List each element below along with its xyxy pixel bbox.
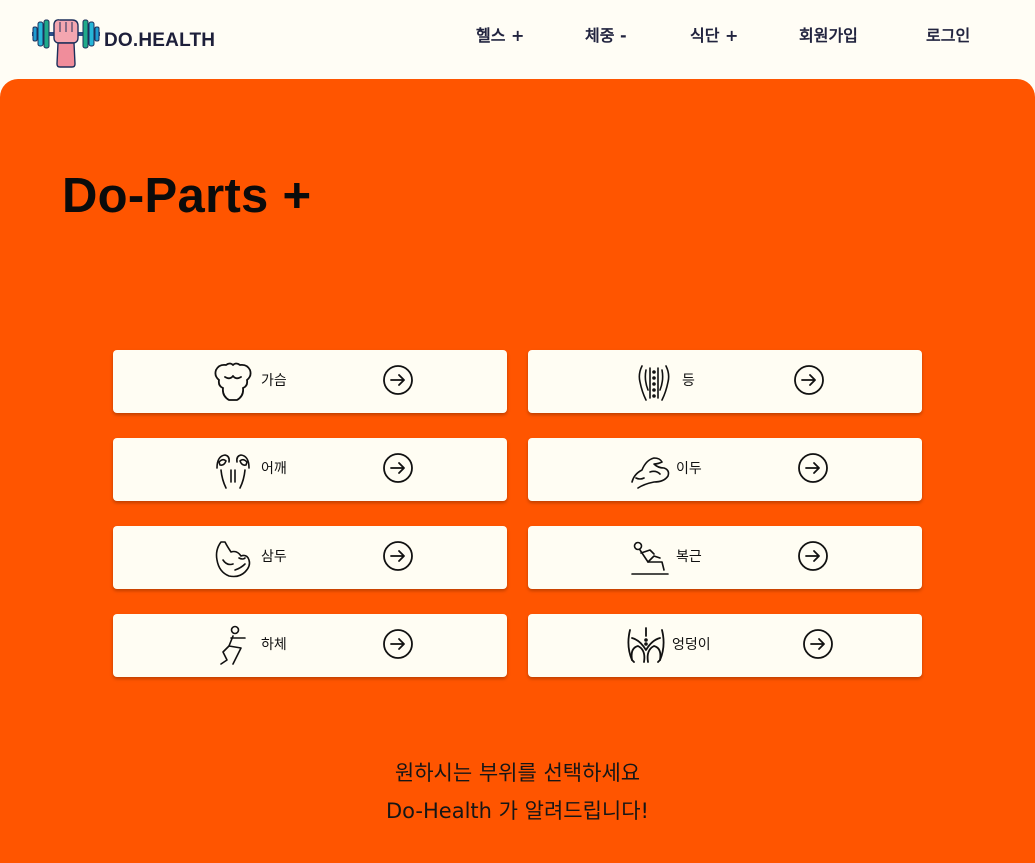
arrow-right-circle-icon[interactable] xyxy=(382,540,414,572)
part-label-abs: 복근 xyxy=(676,549,702,565)
nav-signup[interactable]: 회원가입 xyxy=(799,24,858,48)
arrow-right-circle-icon[interactable] xyxy=(382,364,414,396)
part-label-glutes: 엉덩이 xyxy=(672,637,711,653)
part-card-shoulder[interactable]: 어깨 xyxy=(113,438,507,501)
nav-weight[interactable]: 체중 - xyxy=(585,24,627,48)
glutes-icon xyxy=(627,627,665,663)
part-card-back[interactable]: 등 xyxy=(528,350,922,413)
main-panel: Do-Parts + 가슴 등 어깨 이두 삼두 복근 하체 엉덩이 원하시는 … xyxy=(0,79,1035,863)
part-label-triceps: 삼두 xyxy=(261,549,287,565)
abs-situp-icon xyxy=(631,541,669,575)
nav-login[interactable]: 로그인 xyxy=(926,24,970,48)
legs-squat-icon xyxy=(220,625,246,665)
page-title: Do-Parts + xyxy=(62,169,312,223)
biceps-icon xyxy=(631,457,670,489)
main-nav: 헬스 + 체중 - 식단 + 회원가입 로그인 xyxy=(0,24,1035,48)
part-label-chest: 가슴 xyxy=(261,373,287,389)
footer-tagline: Do-Health 가 알려드립니다! xyxy=(386,799,649,823)
nav-diet[interactable]: 식단 + xyxy=(690,24,738,48)
nav-health[interactable]: 헬스 + xyxy=(476,24,524,48)
back-icon xyxy=(638,365,670,401)
part-label-back: 등 xyxy=(682,373,695,389)
arrow-right-circle-icon[interactable] xyxy=(802,628,834,660)
triceps-icon xyxy=(215,541,251,578)
part-card-chest[interactable]: 가슴 xyxy=(113,350,507,413)
part-card-triceps[interactable]: 삼두 xyxy=(113,526,507,589)
arrow-right-circle-icon[interactable] xyxy=(797,452,829,484)
arrow-right-circle-icon[interactable] xyxy=(382,628,414,660)
part-label-shoulder: 어깨 xyxy=(261,461,287,477)
part-card-legs[interactable]: 하체 xyxy=(113,614,507,677)
part-card-abs[interactable]: 복근 xyxy=(528,526,922,589)
shoulder-icon xyxy=(216,454,250,489)
part-label-biceps: 이두 xyxy=(676,461,702,477)
arrow-right-circle-icon[interactable] xyxy=(797,540,829,572)
part-card-biceps[interactable]: 이두 xyxy=(528,438,922,501)
footer-instruction: 원하시는 부위를 선택하세요 xyxy=(394,761,641,785)
arrow-right-circle-icon[interactable] xyxy=(793,364,825,396)
site-header: DO.HEALTH 헬스 + 체중 - 식단 + 회원가입 로그인 xyxy=(0,0,1035,78)
chest-icon xyxy=(214,362,252,401)
part-card-glutes[interactable]: 엉덩이 xyxy=(528,614,922,677)
arrow-right-circle-icon[interactable] xyxy=(382,452,414,484)
part-label-legs: 하체 xyxy=(261,637,287,653)
